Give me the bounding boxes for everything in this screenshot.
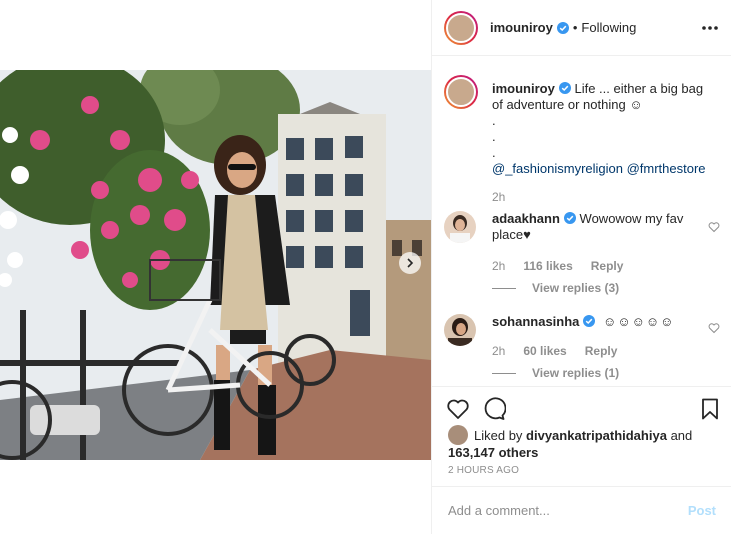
header-separator: •: [572, 20, 578, 35]
liked-by-prefix: Liked by: [474, 428, 523, 443]
comment-meta: 2h 116 likes Reply: [492, 259, 641, 273]
heart-icon[interactable]: [708, 221, 720, 233]
post-photo[interactable]: [0, 70, 431, 460]
caption-author-avatar[interactable]: [444, 75, 478, 109]
post-media-area: [0, 0, 431, 534]
comment-time[interactable]: 2h: [492, 259, 505, 273]
comments-list[interactable]: imouniroy Life ... either a big bag of a…: [432, 57, 731, 387]
comment-body: adaakhann Wowowow my fav place♥: [492, 211, 692, 243]
caption-dot: .: [492, 113, 496, 128]
commenter-avatar[interactable]: [444, 211, 476, 243]
caption-body: imouniroy Life ... either a big bag of a…: [492, 81, 712, 205]
commenter-username[interactable]: sohannasinha: [492, 314, 579, 329]
view-replies-label: View replies (1): [532, 366, 620, 380]
caption-dot: .: [492, 145, 496, 160]
comment-meta: 2h 60 likes Reply: [492, 344, 635, 358]
likes-summary: Liked by divyankatripathidahiya and 163,…: [448, 425, 718, 461]
author-avatar[interactable]: [444, 10, 478, 45]
next-photo-button[interactable]: [399, 252, 421, 274]
commenter-avatar[interactable]: [444, 314, 476, 346]
post-side-panel: imouniroy • Following imouniroy Life ...…: [431, 0, 731, 534]
bookmark-icon[interactable]: [698, 397, 722, 421]
heart-icon[interactable]: [446, 397, 470, 421]
caption-mentions[interactable]: @_fashionismyreligion @fmrthestore: [492, 161, 712, 177]
post-actions: Liked by divyankatripathidahiya and 163,…: [432, 386, 731, 480]
caption-time[interactable]: 2h: [492, 189, 712, 205]
comment-body: sohannasinha ☺☺☺☺☺: [492, 314, 692, 330]
comment-text: ☺☺☺☺☺: [603, 314, 675, 329]
liked-by-conjunction: and: [670, 428, 693, 443]
reply-button[interactable]: Reply: [591, 259, 624, 273]
caption-dot: .: [492, 129, 496, 144]
verified-badge-icon: [583, 315, 596, 327]
verified-badge-icon: [556, 21, 569, 34]
post-header: imouniroy • Following: [432, 0, 731, 56]
following-button[interactable]: Following: [581, 20, 636, 35]
liker-username[interactable]: divyankatripathidahiya: [526, 428, 667, 443]
more-horizontal-icon[interactable]: [700, 20, 720, 36]
replies-divider: [492, 287, 516, 289]
view-replies-button[interactable]: View replies (1): [492, 366, 619, 380]
reply-button[interactable]: Reply: [585, 344, 618, 358]
comment-likes[interactable]: 116 likes: [523, 259, 572, 273]
comment-likes[interactable]: 60 likes: [523, 344, 566, 358]
likes-others-count[interactable]: 163,147 others: [448, 445, 538, 460]
photo-illustration: [0, 70, 431, 460]
liker-avatar[interactable]: [448, 425, 468, 445]
commenter-username[interactable]: adaakhann: [492, 211, 560, 226]
view-replies-label: View replies (3): [532, 281, 620, 295]
verified-badge-icon: [558, 82, 571, 94]
verified-badge-icon: [563, 212, 576, 224]
post-comment-button[interactable]: Post: [688, 503, 716, 518]
view-replies-button[interactable]: View replies (3): [492, 281, 619, 295]
comment-bubble-icon[interactable]: [482, 397, 506, 421]
comment-time[interactable]: 2h: [492, 344, 505, 358]
author-username[interactable]: imouniroy: [490, 20, 553, 35]
add-comment-form: Post: [432, 486, 731, 534]
post-timestamp[interactable]: 2 HOURS AGO: [448, 465, 519, 476]
caption-username[interactable]: imouniroy: [492, 81, 555, 96]
replies-divider: [492, 372, 516, 374]
comment-input[interactable]: [448, 503, 688, 518]
chevron-right-icon: [407, 258, 414, 268]
heart-icon[interactable]: [708, 322, 720, 334]
